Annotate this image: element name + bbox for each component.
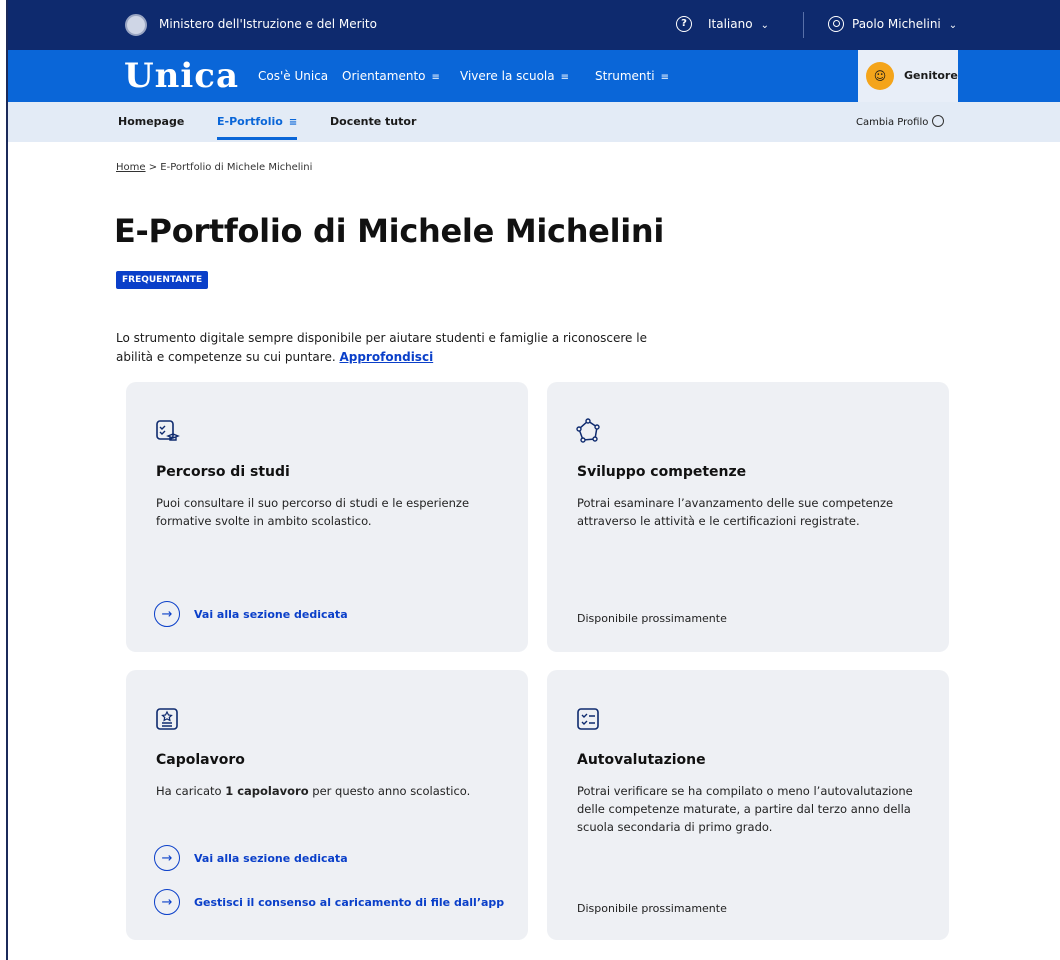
card-description: Potrai esaminare l’avanzamento delle sue… [577,496,894,528]
window-edge [0,0,8,960]
menu-icon: ≡ [288,117,298,128]
tab-e-portfolio[interactable]: E-Portfolio ≡ [217,115,298,140]
breadcrumb-home-link[interactable]: Home [116,162,146,173]
card-capolavoro: Capolavoro Ha caricato 1 capolavoro per … [126,670,528,940]
tab-homepage[interactable]: Homepage [118,115,184,128]
nav-item-orientamento[interactable]: Orientamento ≡ [342,69,440,83]
switch-profile-icon [932,115,945,127]
divider [803,12,804,38]
study-path-icon [156,420,180,441]
role-label: Genitore [904,69,958,82]
tab-docente-tutor[interactable]: Docente tutor [330,115,416,128]
cta-label: Gestisci il consenso al caricamento di f… [194,895,505,909]
card-description: Ha caricato 1 capolavoro per questo anno… [156,782,526,800]
cta-go-to-section[interactable]: → Vai alla sezione dedicata [154,844,348,872]
main-nav: Unica Cos'è Unica Orientamento ≡ Vivere l… [8,50,1060,102]
cta-label: Vai alla sezione dedicata [194,607,348,621]
card-sviluppo-competenze: Sviluppo competenze Potrai esaminare l’a… [547,382,949,652]
card-title: Autovalutazione [577,752,706,768]
chevron-down-icon: ⌄ [760,20,769,31]
desc-prefix: Ha caricato [156,784,226,798]
cta-go-to-section[interactable]: → Vai alla sezione dedicata [154,600,348,628]
language-selector[interactable]: Italiano ⌄ [708,17,769,31]
desc-suffix: per questo anno scolastico. [308,784,471,798]
ministry-name[interactable]: Ministero dell'Istruzione e del Merito [159,17,377,31]
availability-status: Disponibile prossimamente [577,902,727,915]
change-profile-label: Cambia Profilo [856,117,929,128]
sub-nav: Homepage E-Portfolio ≡ Docente tutor Camb… [8,102,1060,142]
nav-item-cose-unica[interactable]: Cos'è Unica [258,69,328,83]
status-badge: FREQUENTANTE [116,271,209,289]
cta-manage-upload-consent[interactable]: → Gestisci il consenso al caricamento di… [154,888,504,916]
breadcrumb-current: E-Portfolio di Michele Michelini [160,162,313,173]
card-description: Potrai verificare se ha compilato o meno… [577,784,913,834]
parent-role-icon: ☺ [866,62,894,90]
skills-network-icon [576,418,600,443]
nav-item-label: Vivere la scuola [460,69,555,83]
page-title: E-Portfolio di Michele Michelini [114,212,665,250]
learn-more-link[interactable]: Approfondisci [339,350,433,364]
card-title: Capolavoro [156,752,245,768]
tab-label: E-Portfolio [217,115,283,128]
nav-item-label: Strumenti [595,69,655,83]
cta-label: Vai alla sezione dedicata [194,851,348,865]
intro-text: Lo strumento digitale sempre disponibile… [116,329,676,367]
card-description: Puoi consultare il suo percorso di studi… [156,496,470,528]
arrow-right-icon: → [154,845,180,871]
certificate-icon [156,708,178,730]
nav-item-label: Orientamento [342,69,426,83]
breadcrumb-separator: > [148,162,158,173]
arrow-right-icon: → [154,601,180,627]
nav-item-strumenti[interactable]: Strumenti ≡ [595,69,669,83]
menu-icon: ≡ [431,72,440,83]
checklist-icon [577,708,599,730]
change-profile-link[interactable]: Cambia Profilo [856,115,945,128]
card-autovalutazione: Autovalutazione Potrai verificare se ha … [547,670,949,940]
help-icon[interactable]: ? [676,16,692,32]
breadcrumb: Home > E-Portfolio di Michele Michelini [116,162,312,173]
republic-emblem-icon [125,14,147,36]
nav-item-vivere-la-scuola[interactable]: Vivere la scuola ≡ [460,69,569,83]
unica-logo[interactable]: Unica [124,56,239,96]
menu-icon: ≡ [560,72,570,83]
user-menu[interactable]: Paolo Michelini ⌄ [852,17,957,31]
language-label: Italiano [708,17,753,31]
desc-count: 1 capolavoro [225,784,309,798]
card-title: Percorso di studi [156,464,290,480]
role-switch[interactable]: ☺ Genitore [858,50,958,102]
top-bar: Ministero dell'Istruzione e del Merito ?… [8,0,1060,50]
user-name: Paolo Michelini [852,17,941,31]
chevron-down-icon: ⌄ [948,20,958,31]
user-icon [828,16,844,32]
card-percorso-di-studi: Percorso di studi Puoi consultare il suo… [126,382,528,652]
nav-item-label: Cos'è Unica [258,69,329,83]
menu-icon: ≡ [660,72,669,83]
availability-status: Disponibile prossimamente [577,612,727,625]
card-title: Sviluppo competenze [577,464,747,480]
arrow-right-icon: → [154,889,180,915]
